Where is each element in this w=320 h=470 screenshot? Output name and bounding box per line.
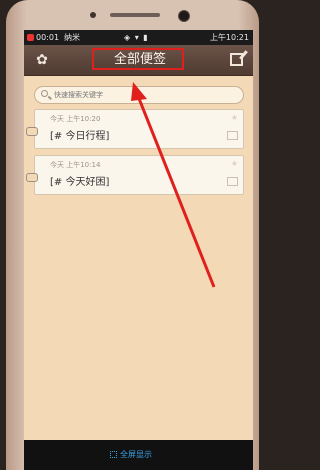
status-clock: 上午10:21	[209, 33, 249, 42]
star-icon[interactable]: ★	[231, 159, 238, 168]
page-title[interactable]: 全部便签	[94, 50, 186, 72]
note-text: [# 今天好困]	[50, 177, 110, 188]
title-highlight-box: 全部便签	[92, 48, 184, 70]
proximity-sensor	[90, 12, 96, 18]
notification-icon	[27, 34, 34, 41]
search-bar[interactable]	[34, 86, 244, 104]
phone-frame: 00:01 纳米 ◈ ▾ ▮ 上午10:21 ✿ 全部便签 今天 上午10:20…	[6, 0, 259, 470]
note-time: 今天 上午10:14	[50, 161, 101, 169]
note-text: [# 今日行程]	[50, 131, 110, 142]
note-time: 今天 上午10:20	[50, 115, 101, 123]
earpiece-speaker	[110, 13, 160, 17]
clip-icon	[26, 127, 38, 136]
search-input[interactable]	[54, 87, 239, 103]
image-icon	[227, 177, 238, 186]
status-carrier: 纳米	[64, 33, 80, 42]
status-time: 00:01	[36, 33, 60, 42]
status-bar: 00:01 纳米 ◈ ▾ ▮ 上午10:21	[24, 30, 253, 45]
bottom-bar[interactable]: 全屏显示	[24, 440, 253, 470]
front-camera	[178, 10, 190, 22]
app-screen: 00:01 纳米 ◈ ▾ ▮ 上午10:21 ✿ 全部便签 今天 上午10:20…	[24, 30, 253, 470]
edit-icon[interactable]	[230, 53, 243, 66]
gear-icon[interactable]: ✿	[34, 52, 50, 68]
app-header: ✿ 全部便签	[24, 45, 253, 76]
phone-top-bezel	[6, 0, 259, 30]
image-icon	[227, 131, 238, 140]
note-item[interactable]: 今天 上午10:20 [# 今日行程] ★	[26, 109, 244, 149]
clip-icon	[26, 173, 38, 182]
fullscreen-label: 全屏显示	[120, 450, 152, 459]
signal-icons: ◈ ▾ ▮	[124, 33, 149, 42]
note-item[interactable]: 今天 上午10:14 [# 今天好困] ★	[26, 155, 244, 195]
search-icon	[41, 90, 48, 97]
fullscreen-icon	[110, 451, 117, 458]
star-icon[interactable]: ★	[231, 113, 238, 122]
